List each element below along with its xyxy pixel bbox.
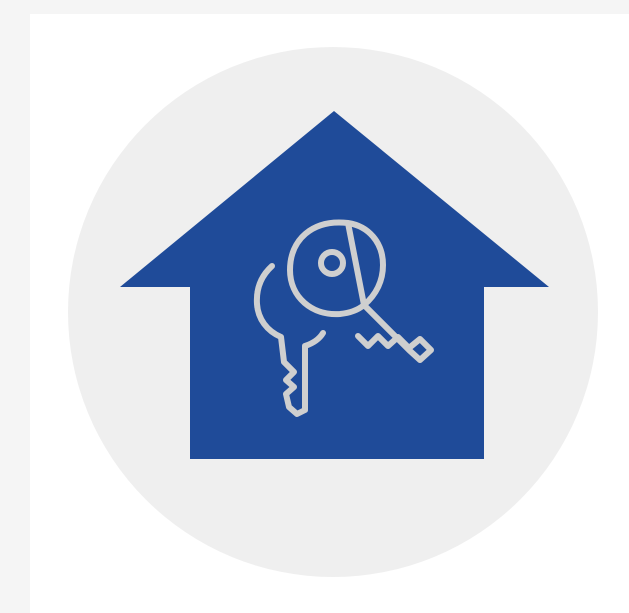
house-with-keys-icon [68,47,598,577]
house-keys-icon-container [0,0,629,613]
canvas [0,0,629,613]
